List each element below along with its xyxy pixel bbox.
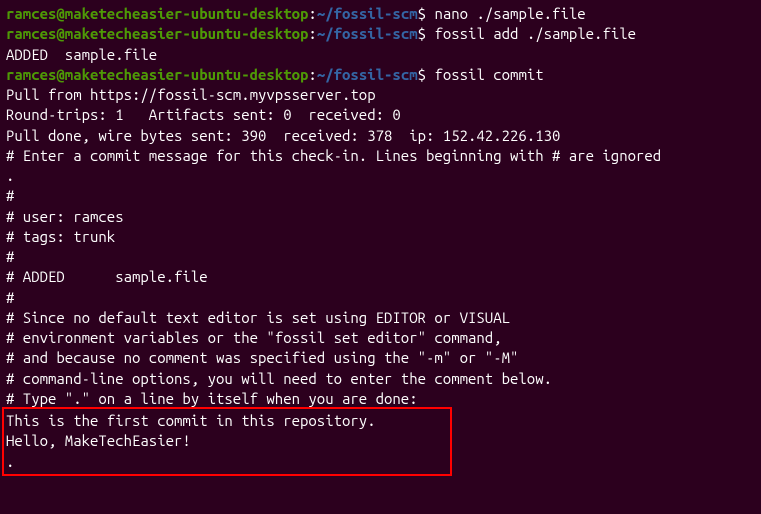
command-nano: nano ./sample.file <box>434 5 585 22</box>
terminal-line-1[interactable]: ramces@maketecheasier-ubuntu-desktop:~/f… <box>6 4 755 24</box>
commit-msg-end[interactable]: . <box>6 452 448 472</box>
output-editor1: # Since no default text editor is set us… <box>6 308 755 328</box>
path: ~/fossil-scm <box>317 66 418 83</box>
terminal-line-3[interactable]: ramces@maketecheasier-ubuntu-desktop:~/f… <box>6 65 755 85</box>
output-editor2: # environment variables or the "fossil s… <box>6 328 755 348</box>
colon: : <box>308 5 316 22</box>
output-hash3: # <box>6 288 755 308</box>
output-pull-done: Pull done, wire bytes sent: 390 received… <box>6 126 755 146</box>
commit-msg-line1[interactable]: This is the first commit in this reposit… <box>6 411 448 431</box>
terminal-line-2[interactable]: ramces@maketecheasier-ubuntu-desktop:~/f… <box>6 24 755 44</box>
user-host: ramces@maketecheasier-ubuntu-desktop <box>6 25 308 42</box>
user-host: ramces@maketecheasier-ubuntu-desktop <box>6 5 308 22</box>
path: ~/fossil-scm <box>317 5 418 22</box>
colon: : <box>308 66 316 83</box>
command-fossil-commit: fossil commit <box>434 66 543 83</box>
output-round-trips: Round-trips: 1 Artifacts sent: 0 receive… <box>6 105 755 125</box>
colon: : <box>308 25 316 42</box>
commit-message-highlight: This is the first commit in this reposit… <box>2 407 452 476</box>
output-editor5: # Type "." on a line by itself when you … <box>6 389 755 409</box>
output-period: . <box>6 166 755 186</box>
output-editor4: # command-line options, you will need to… <box>6 369 755 389</box>
output-user: # user: ramces <box>6 207 755 227</box>
dollar: $ <box>418 25 435 42</box>
output-hash2: # <box>6 247 755 267</box>
user-host: ramces@maketecheasier-ubuntu-desktop <box>6 66 308 83</box>
dollar: $ <box>418 5 435 22</box>
path: ~/fossil-scm <box>317 25 418 42</box>
dollar: $ <box>418 66 435 83</box>
output-added: ADDED sample.file <box>6 45 755 65</box>
output-pull-from: Pull from https://fossil-scm.myvpsserver… <box>6 85 755 105</box>
output-editor3: # and because no comment was specified u… <box>6 348 755 368</box>
output-hash1: # <box>6 186 755 206</box>
output-added-file: # ADDED sample.file <box>6 267 755 287</box>
output-tags: # tags: trunk <box>6 227 755 247</box>
commit-msg-line2[interactable]: Hello, MakeTechEasier! <box>6 431 448 451</box>
command-fossil-add: fossil add ./sample.file <box>434 25 636 42</box>
output-comment-header: # Enter a commit message for this check-… <box>6 146 755 166</box>
